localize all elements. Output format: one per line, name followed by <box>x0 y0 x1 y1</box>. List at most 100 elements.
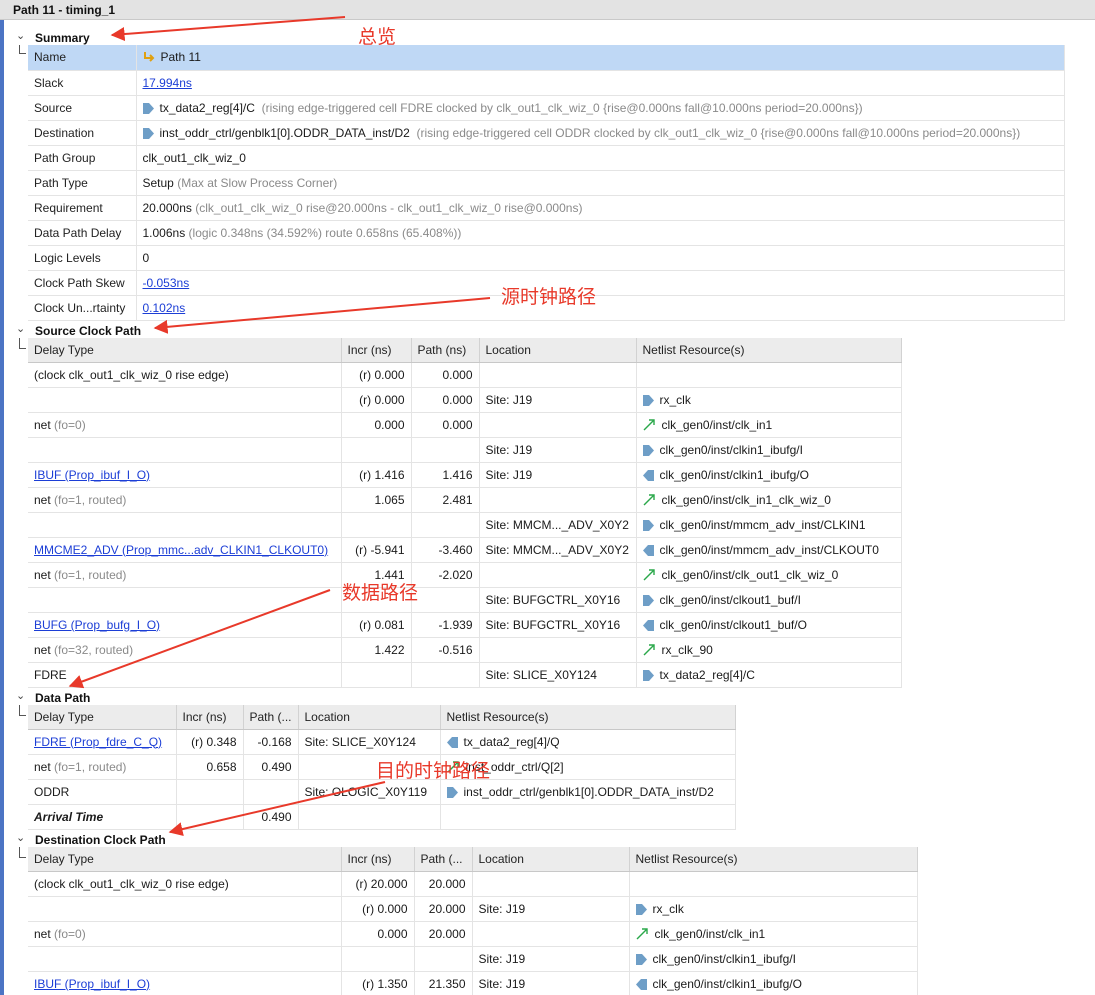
column-header[interactable]: Delay Type <box>28 338 342 363</box>
netlist-resource-cell[interactable]: tx_data2_reg[4]/Q <box>440 729 736 755</box>
netlist-resource-cell[interactable] <box>440 804 736 830</box>
summary-section-header[interactable]: ⌄ Summary <box>6 29 1095 45</box>
delay-type-text: (clock clk_out1_clk_wiz_0 rise edge) <box>34 367 229 382</box>
netlist-resource-cell[interactable]: clk_gen0/inst/clk_out1_clk_wiz_0 <box>636 562 902 588</box>
table-row[interactable]: Site: BUFGCTRL_X0Y16 clk_gen0/inst/clkout… <box>28 587 902 613</box>
column-header[interactable]: Netlist Resource(s) <box>636 338 902 363</box>
netlist-resource-cell[interactable]: clk_gen0/inst/mmcm_adv_inst/CLKOUT0 <box>636 537 902 563</box>
incr-cell: (r) 0.000 <box>341 362 412 388</box>
column-header[interactable]: Path (... <box>243 705 299 730</box>
table-row[interactable]: net (fo=0) 0.000 20.000 clk_gen0/inst/clk_i… <box>28 921 918 947</box>
delay-type-link[interactable]: MMCME2_ADV (Prop_mmc...adv_CLKIN1_CLKOUT… <box>34 543 328 557</box>
chevron-down-icon[interactable]: ⌄ <box>16 322 26 336</box>
netlist-resource-text: rx_clk <box>652 901 684 916</box>
delay-type-link[interactable]: FDRE (Prop_fdre_C_Q) <box>34 735 162 749</box>
location-cell: Site: SLICE_X0Y124 <box>479 662 637 688</box>
column-header[interactable]: Incr (ns) <box>341 847 415 872</box>
clock-skew-link[interactable]: -0.053ns <box>143 276 190 290</box>
table-row[interactable]: Site: J19 clk_gen0/inst/clkin1_ibufg/I <box>28 946 918 972</box>
table-row[interactable]: net (fo=32, routed) 1.422 -0.516 rx_clk_90 <box>28 637 902 663</box>
netlist-resource-cell[interactable]: clk_gen0/inst/clkin1_ibufg/I <box>629 946 918 972</box>
table-row[interactable]: net (fo=1, routed) 1.065 2.481 clk_gen0/ins… <box>28 487 902 513</box>
dest-clock-section-header[interactable]: ⌄ Destination Clock Path <box>6 831 1095 847</box>
summary-key: Requirement <box>28 195 137 221</box>
netlist-resource-cell[interactable]: clk_gen0/inst/clkin1_ibufg/I <box>636 437 902 463</box>
table-row[interactable]: net (fo=1, routed) 1.441 -2.020 clk_gen0/in… <box>28 562 902 588</box>
netlist-resource-cell[interactable]: clk_gen0/inst/clkout1_buf/O <box>636 612 902 638</box>
delay-type-cell: (clock clk_out1_clk_wiz_0 rise edge) <box>28 362 342 388</box>
netlist-resource-cell[interactable]: rx_clk <box>636 387 902 413</box>
table-row[interactable]: IBUF (Prop_ibuf_I_O) (r) 1.416 1.416 Site: … <box>28 462 902 488</box>
chevron-down-icon[interactable]: ⌄ <box>16 689 26 703</box>
netlist-resource-cell[interactable]: tx_data2_reg[4]/C <box>636 662 902 688</box>
netlist-resource-cell[interactable]: rx_clk_90 <box>636 637 902 663</box>
netlist-resource-cell[interactable] <box>629 871 918 897</box>
source-clock-section-header[interactable]: ⌄ Source Clock Path <box>6 322 1095 338</box>
incr-cell: (r) -5.941 <box>341 537 412 563</box>
table-row[interactable]: BUFG (Prop_bufg_I_O) (r) 0.081 -1.939 Site:… <box>28 612 902 638</box>
netlist-resource-cell[interactable]: clk_gen0/inst/clkin1_ibufg/O <box>629 971 918 995</box>
incr-cell <box>176 779 244 805</box>
chevron-down-icon[interactable]: ⌄ <box>16 29 26 43</box>
table-row[interactable]: MMCME2_ADV (Prop_mmc...adv_CLKIN1_CLKOUT… <box>28 537 902 563</box>
netlist-resource-cell[interactable]: clk_gen0/inst/clkout1_buf/I <box>636 587 902 613</box>
column-header[interactable]: Delay Type <box>28 705 177 730</box>
netlist-resource-cell[interactable] <box>636 362 902 388</box>
table-row[interactable]: (clock clk_out1_clk_wiz_0 rise edge) (r) … <box>28 871 918 897</box>
table-row[interactable]: IBUF (Prop_ibuf_I_O) (r) 1.350 21.350 Site:… <box>28 971 918 995</box>
table-row[interactable]: Site: J19 clk_gen0/inst/clkin1_ibufg/I <box>28 437 902 463</box>
column-header[interactable]: Location <box>472 847 630 872</box>
incr-cell: 0.658 <box>176 754 244 780</box>
net-icon <box>643 493 662 507</box>
tree-bracket <box>19 847 26 858</box>
path-cell: 0.000 <box>411 362 480 388</box>
table-row[interactable]: FDRE Site: SLICE_X0Y124 tx_data2_reg[4]/C <box>28 662 902 688</box>
column-header[interactable]: Path (... <box>414 847 473 872</box>
table-row[interactable]: (clock clk_out1_clk_wiz_0 rise edge) (r) … <box>28 362 902 388</box>
netlist-resource-text: tx_data2_reg[4]/C <box>659 667 755 682</box>
delay-type-cell: net (fo=0) <box>28 921 342 947</box>
destination-value[interactable]: inst_oddr_ctrl/genblk1[0].ODDR_DATA_inst… <box>160 126 410 140</box>
net-icon <box>643 568 662 582</box>
data-path-section-header[interactable]: ⌄ Data Path <box>6 689 1095 705</box>
netlist-resource-cell[interactable]: clk_gen0/inst/clk_in1 <box>636 412 902 438</box>
data-path-section-title: Data Path <box>35 691 91 705</box>
column-header[interactable]: Location <box>479 338 637 363</box>
netlist-resource-cell[interactable]: clk_gen0/inst/clk_in1_clk_wiz_0 <box>636 487 902 513</box>
delay-type-link[interactable]: IBUF (Prop_ibuf_I_O) <box>34 468 150 482</box>
netlist-resource-cell[interactable]: clk_gen0/inst/clkin1_ibufg/O <box>636 462 902 488</box>
summary-row-name[interactable]: Name Path 11 <box>28 45 1065 71</box>
table-row[interactable]: (r) 0.000 0.000 Site: J19 rx_clk <box>28 387 902 413</box>
table-row[interactable]: FDRE (Prop_fdre_C_Q) (r) 0.348 -0.168 Site:… <box>28 729 736 755</box>
netlist-resource-cell[interactable]: rx_clk <box>629 896 918 922</box>
chevron-down-icon[interactable]: ⌄ <box>16 831 26 845</box>
path-group-value: clk_out1_clk_wiz_0 <box>136 145 1065 171</box>
netlist-resource-cell[interactable]: clk_gen0/inst/clk_in1 <box>629 921 918 947</box>
column-header[interactable]: Netlist Resource(s) <box>440 705 736 730</box>
table-row[interactable]: Arrival Time 0.490 <box>28 804 736 830</box>
slack-link[interactable]: 17.994ns <box>143 76 192 90</box>
table-row[interactable]: Site: MMCM..._ADV_X0Y2 clk_gen0/inst/mmcm… <box>28 512 902 538</box>
incr-cell: (r) 0.348 <box>176 729 244 755</box>
column-header[interactable]: Netlist Resource(s) <box>629 847 918 872</box>
netlist-resource-cell[interactable]: clk_gen0/inst/mmcm_adv_inst/CLKIN1 <box>636 512 902 538</box>
column-header[interactable]: Delay Type <box>28 847 342 872</box>
clock-uncertainty-link[interactable]: 0.102ns <box>143 301 186 315</box>
column-header[interactable]: Path (ns) <box>411 338 480 363</box>
path-cell <box>411 587 480 613</box>
source-value[interactable]: tx_data2_reg[4]/C <box>160 101 255 115</box>
column-header[interactable]: Incr (ns) <box>176 705 244 730</box>
delay-type-note: (fo=32, routed) <box>54 642 134 657</box>
column-header[interactable]: Incr (ns) <box>341 338 412 363</box>
window-title: Path 11 - timing_1 <box>13 3 116 17</box>
requirement-value: 20.000ns <box>142 200 192 215</box>
summary-key: Path Type <box>28 170 137 196</box>
table-row[interactable]: net (fo=0) 0.000 0.000 clk_gen0/inst/clk_in… <box>28 412 902 438</box>
path-cell: -3.460 <box>411 537 480 563</box>
logic-levels-value: 0 <box>136 245 1065 271</box>
delay-type-link[interactable]: BUFG (Prop_bufg_I_O) <box>34 618 160 632</box>
table-row[interactable]: (r) 0.000 20.000 Site: J19 rx_clk <box>28 896 918 922</box>
column-header[interactable]: Location <box>298 705 441 730</box>
delay-type-note: (fo=0) <box>54 417 86 432</box>
delay-type-link[interactable]: IBUF (Prop_ibuf_I_O) <box>34 977 150 991</box>
